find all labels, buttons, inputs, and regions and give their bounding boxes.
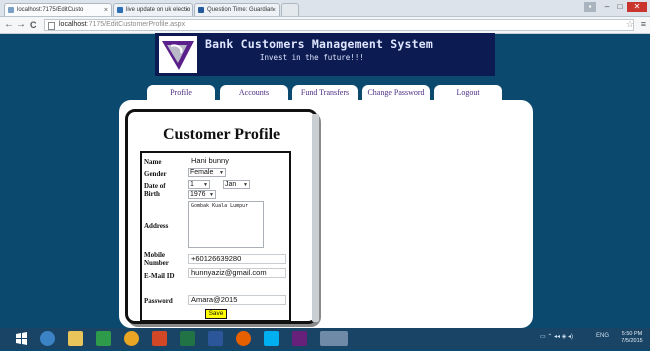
page-title: Customer Profile bbox=[163, 126, 281, 143]
menu-icon[interactable]: ≡ bbox=[641, 19, 646, 29]
chevron-down-icon: ▼ bbox=[219, 170, 224, 176]
url-host: localhost bbox=[59, 21, 87, 28]
gender-value: Female bbox=[190, 169, 214, 176]
password-label: Password bbox=[144, 297, 173, 305]
chrome-icon[interactable] bbox=[124, 331, 139, 346]
minimize-icon[interactable]: – bbox=[601, 2, 613, 12]
clock-time: 5:50 PM bbox=[621, 331, 643, 337]
chevron-down-icon: ▼ bbox=[203, 182, 208, 188]
dob-month-value: Jan bbox=[225, 181, 237, 188]
app-icon[interactable] bbox=[320, 331, 348, 346]
dob-day-value: 1 bbox=[190, 181, 194, 188]
browser-tab-2[interactable]: live update on uk electio × bbox=[113, 3, 193, 16]
browser-tab-3[interactable]: Question Time: Guardian × bbox=[194, 3, 280, 16]
mobile-field[interactable]: +60126639280 bbox=[188, 254, 286, 264]
internet-explorer-icon[interactable] bbox=[40, 331, 55, 346]
dob-label: Date of Birth bbox=[144, 182, 166, 198]
scrollbar[interactable] bbox=[312, 114, 319, 322]
clock-date: 7/5/2015 bbox=[621, 338, 643, 344]
page-icon bbox=[117, 7, 123, 13]
site-banner: Bank Customers Management System Invest … bbox=[155, 33, 495, 76]
nav-tab-logout[interactable]: Logout bbox=[434, 85, 502, 100]
nav-tab-fund-transfers[interactable]: Fund Transfers bbox=[292, 85, 358, 100]
gender-select[interactable]: Female ▼ bbox=[188, 168, 226, 177]
site-title: Bank Customers Management System bbox=[205, 37, 433, 51]
password-field[interactable]: Amara@2015 bbox=[188, 295, 286, 305]
url-path: :7175/EditCustomerProfile.aspx bbox=[86, 21, 186, 28]
back-icon[interactable]: ← bbox=[4, 19, 14, 31]
system-tray-icons[interactable]: ▭ ⌃ ◂◂ ◈ ◂) bbox=[540, 333, 573, 340]
forward-icon[interactable]: → bbox=[16, 19, 26, 31]
new-tab-button[interactable] bbox=[281, 3, 299, 16]
address-textarea[interactable]: Gombak Kuala Lumpur bbox=[188, 201, 264, 248]
close-tab-icon[interactable]: × bbox=[104, 4, 108, 16]
page-icon bbox=[198, 7, 204, 13]
nav-tab-change-password[interactable]: Change Password bbox=[362, 85, 430, 100]
nav-tab-accounts[interactable]: Accounts bbox=[220, 85, 288, 100]
skype-icon[interactable] bbox=[264, 331, 279, 346]
site-subtitle: Invest in the future!!! bbox=[260, 53, 364, 62]
dob-month-select[interactable]: Jan ▼ bbox=[223, 180, 250, 189]
bank-logo bbox=[159, 36, 197, 73]
address-bar: ← → C localhost:7175/EditCustomerProfile… bbox=[0, 17, 650, 34]
close-tab-icon[interactable]: × bbox=[185, 4, 189, 16]
email-field[interactable]: hunnyaziz@gmail.com bbox=[188, 268, 286, 278]
language-indicator[interactable]: ENG bbox=[596, 333, 609, 339]
browser-tab-label: Question Time: Guardian bbox=[207, 7, 274, 13]
bookmark-star-icon[interactable]: ☆ bbox=[626, 19, 634, 30]
name-label: Name bbox=[144, 158, 162, 166]
visual-studio-icon[interactable] bbox=[292, 331, 307, 346]
close-tab-icon[interactable]: × bbox=[272, 4, 276, 16]
gender-label: Gender bbox=[144, 170, 167, 178]
url-input[interactable]: localhost:7175/EditCustomerProfile.aspx bbox=[44, 19, 634, 31]
save-button[interactable]: Save bbox=[205, 309, 227, 319]
email-label: E-Mail ID bbox=[144, 272, 175, 280]
browser-tab-1[interactable]: localhost:7175/EditCusto × bbox=[4, 3, 112, 16]
clock[interactable]: 5:50 PM 7/5/2015 bbox=[618, 331, 646, 345]
close-window-icon[interactable]: ✕ bbox=[627, 2, 647, 12]
taskbar: ▭ ⌃ ◂◂ ◈ ◂) ENG 5:50 PM 7/5/2015 bbox=[0, 328, 650, 349]
store-icon[interactable] bbox=[96, 331, 111, 346]
chevron-down-icon: ▼ bbox=[209, 192, 214, 198]
chevron-down-icon: ▼ bbox=[243, 182, 248, 188]
nav-tab-profile[interactable]: Profile bbox=[147, 85, 215, 100]
mobile-label: Mobile Number bbox=[144, 251, 169, 267]
maximize-icon[interactable]: □ bbox=[614, 2, 626, 12]
word-icon[interactable] bbox=[208, 331, 223, 346]
browser-tab-strip: localhost:7175/EditCusto × live update o… bbox=[0, 0, 650, 17]
dob-year-value: 1976 bbox=[190, 191, 206, 198]
browser-tab-label: localhost:7175/EditCusto bbox=[17, 7, 84, 13]
powerpoint-icon[interactable] bbox=[152, 331, 167, 346]
address-label: Address bbox=[144, 222, 169, 230]
name-field[interactable]: Hani bunny bbox=[188, 156, 264, 166]
page-icon bbox=[8, 7, 14, 13]
windows-start-icon[interactable] bbox=[14, 331, 29, 346]
excel-icon[interactable] bbox=[180, 331, 195, 346]
page-icon bbox=[48, 22, 55, 30]
file-explorer-icon[interactable] bbox=[68, 331, 83, 346]
firefox-icon[interactable] bbox=[236, 331, 251, 346]
user-icon[interactable]: ▪ bbox=[584, 2, 596, 12]
reload-icon[interactable]: C bbox=[30, 19, 37, 31]
browser-tab-label: live update on uk electio bbox=[126, 7, 191, 13]
dob-day-select[interactable]: 1 ▼ bbox=[188, 180, 210, 189]
dob-year-select[interactable]: 1976 ▼ bbox=[188, 190, 216, 199]
